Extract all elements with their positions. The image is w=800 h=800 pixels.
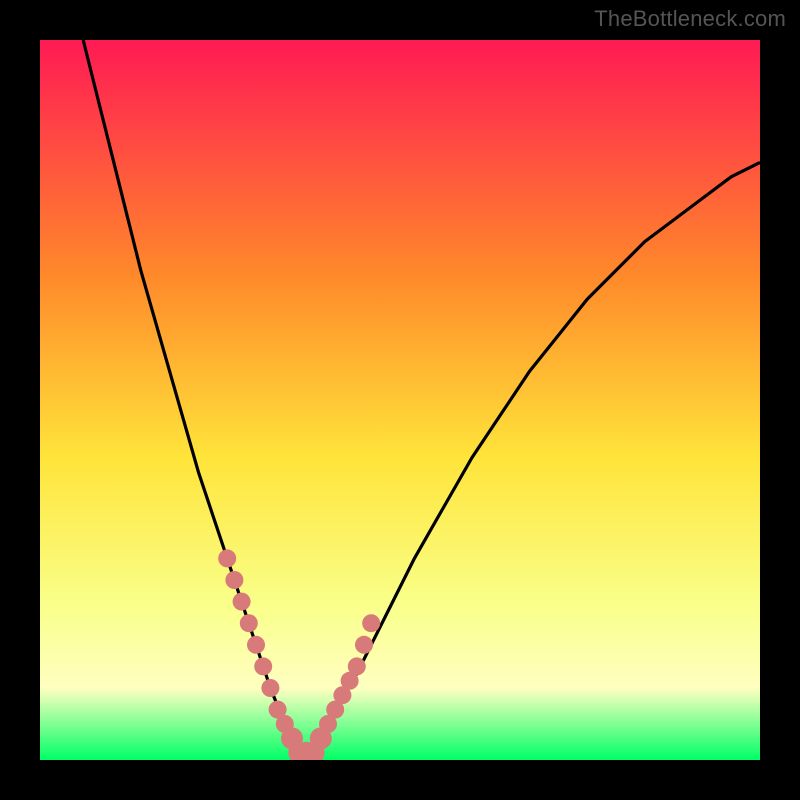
plot-svg xyxy=(40,40,760,760)
chart-frame: TheBottleneck.com xyxy=(0,0,800,800)
marker-dot xyxy=(355,636,373,654)
marker-dot xyxy=(225,571,243,589)
marker-dot xyxy=(233,593,251,611)
marker-dot xyxy=(261,679,279,697)
watermark-text: TheBottleneck.com xyxy=(594,6,786,32)
marker-dot xyxy=(254,657,272,675)
marker-dot xyxy=(247,636,265,654)
marker-dot xyxy=(362,614,380,632)
marker-dot xyxy=(240,614,258,632)
marker-dot xyxy=(218,549,236,567)
marker-dot xyxy=(348,657,366,675)
plot-area xyxy=(40,40,760,760)
gradient-background xyxy=(40,40,760,760)
